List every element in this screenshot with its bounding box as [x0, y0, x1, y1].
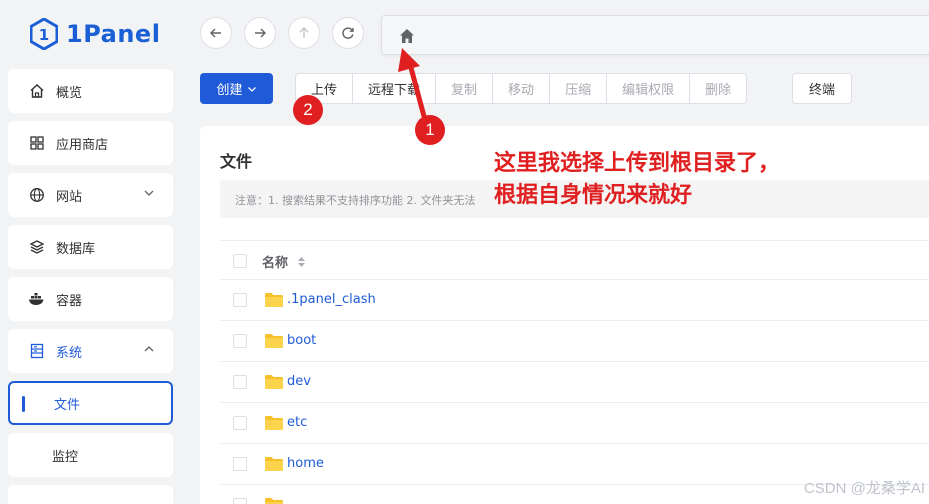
logo-hex-icon: 1: [30, 18, 58, 50]
annotation-line-1: 这里我选择上传到根目录了，: [494, 151, 781, 176]
sidebar-item-files[interactable]: 文件: [8, 381, 173, 425]
row-checkbox[interactable]: [233, 416, 247, 430]
server-icon: [28, 342, 46, 360]
terminal-button[interactable]: 终端: [792, 73, 852, 104]
back-button[interactable]: [200, 17, 232, 49]
sidebar-item-partial[interactable]: [8, 485, 173, 504]
watermark: CSDN @龙桑学AI: [803, 480, 925, 497]
docker-icon: [28, 290, 46, 308]
sidebar-item-label: 文件: [54, 397, 81, 413]
up-button[interactable]: [288, 17, 320, 49]
sidebar-item-overview[interactable]: 概览: [8, 69, 173, 113]
table-row[interactable]: boot: [220, 321, 929, 362]
move-button[interactable]: 移动: [492, 73, 551, 104]
sidebar-item-label: 系统: [56, 345, 83, 361]
page-title: 文件: [220, 152, 253, 171]
file-action-group: 上传 远程下载 复制 移动 压缩 编辑权限 删除: [295, 73, 748, 104]
sidebar-item-system[interactable]: 系统: [8, 329, 173, 373]
row-checkbox[interactable]: [233, 334, 247, 348]
delete-button[interactable]: 删除: [689, 73, 748, 104]
table-row[interactable]: etc: [220, 403, 929, 444]
grid-icon: [28, 134, 46, 152]
chevron-down-icon: [144, 190, 154, 196]
folder-icon: [265, 334, 283, 348]
remote-download-button[interactable]: 远程下载: [352, 73, 437, 104]
file-name-link[interactable]: etc: [287, 415, 307, 430]
up-icon: [299, 27, 309, 38]
copy-button[interactable]: 复制: [435, 73, 494, 104]
annotation-line-2: 根据自身情况来就好: [494, 183, 693, 208]
sidebar-item-monitor[interactable]: 监控: [8, 433, 173, 477]
sidebar: 1 1Panel 概览 应用商店 网站 数据库 容器 系统 文件 监控: [0, 0, 182, 504]
sidebar-item-website[interactable]: 网站: [8, 173, 173, 217]
back-icon: [210, 28, 221, 38]
name-header-label: 名称: [262, 256, 289, 271]
forward-icon: [255, 28, 266, 38]
sidebar-item-label: 容器: [56, 293, 83, 309]
folder-icon: [265, 375, 283, 389]
row-checkbox[interactable]: [233, 457, 247, 471]
table-row[interactable]: .1panel_clash: [220, 280, 929, 321]
folder-icon: [265, 293, 283, 307]
select-all-checkbox[interactable]: [233, 254, 247, 268]
sidebar-item-app-store[interactable]: 应用商店: [8, 121, 173, 165]
step-badge-2: 2: [293, 95, 323, 125]
sidebar-item-label: 概览: [56, 85, 83, 101]
home-icon[interactable]: [398, 27, 416, 45]
chevron-down-icon: [247, 86, 256, 92]
file-name-link[interactable]: .1panel_clash: [287, 292, 376, 307]
compress-button[interactable]: 压缩: [549, 73, 608, 104]
folder-icon: [265, 457, 283, 471]
sidebar-item-container[interactable]: 容器: [8, 277, 173, 321]
file-name-link[interactable]: boot: [287, 333, 316, 348]
logo: 1 1Panel: [30, 18, 160, 50]
logo-text: 1Panel: [66, 20, 161, 48]
sidebar-item-label: 应用商店: [56, 137, 109, 153]
row-checkbox[interactable]: [233, 293, 247, 307]
sidebar-item-database[interactable]: 数据库: [8, 225, 173, 269]
table-header: 名称: [220, 240, 929, 280]
svg-text:1: 1: [39, 26, 49, 44]
folder-icon: [265, 498, 283, 504]
path-bar[interactable]: [381, 15, 929, 55]
sidebar-item-label: 数据库: [56, 241, 96, 257]
active-indicator: [22, 396, 25, 412]
forward-button[interactable]: [244, 17, 276, 49]
annotation-text: 这里我选择上传到根目录了， 根据自身情况来就好: [494, 148, 780, 212]
edit-permissions-button[interactable]: 编辑权限: [606, 73, 691, 104]
chevron-up-icon: [144, 346, 154, 352]
layers-icon: [28, 238, 46, 256]
step-badge-1: 1: [415, 115, 445, 145]
file-name-link[interactable]: home: [287, 456, 324, 471]
row-checkbox[interactable]: [233, 498, 247, 504]
refresh-icon: [342, 27, 354, 39]
refresh-button[interactable]: [332, 17, 364, 49]
file-name-link[interactable]: dev: [287, 374, 311, 389]
table-row[interactable]: dev: [220, 362, 929, 403]
name-column-header[interactable]: 名称: [262, 252, 306, 271]
globe-icon: [28, 186, 46, 204]
home-icon: [28, 82, 46, 100]
create-button[interactable]: 创建: [200, 73, 273, 104]
folder-icon: [265, 416, 283, 430]
sidebar-item-label: 监控: [52, 449, 79, 465]
sort-icon[interactable]: [297, 256, 306, 268]
row-checkbox[interactable]: [233, 375, 247, 389]
sidebar-item-label: 网站: [56, 189, 83, 205]
create-label: 创建: [216, 83, 243, 98]
